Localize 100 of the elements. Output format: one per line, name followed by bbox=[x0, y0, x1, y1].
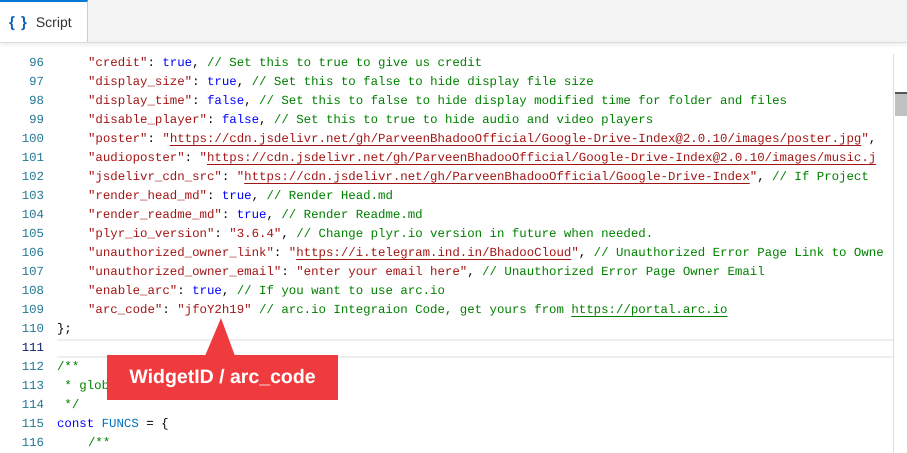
punctuation: , bbox=[192, 56, 201, 70]
line-number: 109 bbox=[22, 302, 44, 319]
string-literal: "3.6.4" bbox=[229, 227, 282, 241]
punctuation: : bbox=[206, 113, 216, 127]
line-number: 99 bbox=[29, 112, 44, 129]
scrollbar[interactable] bbox=[893, 54, 907, 453]
punctuation: : bbox=[222, 208, 230, 222]
url-link[interactable]: https://i.telegram.ind.in/BhadooCloud bbox=[296, 246, 572, 260]
string-literal: "enable_arc" bbox=[88, 284, 178, 298]
line-number: 106 bbox=[22, 245, 44, 262]
punctuation: : bbox=[192, 75, 201, 89]
boolean-literal: true bbox=[206, 75, 237, 89]
string-literal: "poster" bbox=[88, 132, 148, 146]
braces-icon: { } bbox=[9, 14, 28, 30]
url-link[interactable]: https://cdn.jsdelivr.net/gh/ParveenBhadooOfficial/Google-Drive-Index@2.0.10/images/poster.jpg bbox=[170, 132, 862, 146]
code-comment: // Set this to false to hide display file size bbox=[252, 75, 594, 89]
line-number: 105 bbox=[22, 226, 44, 243]
boolean-literal: true bbox=[192, 284, 222, 298]
punctuation: , bbox=[281, 227, 290, 241]
code-comment: // arc.io Integraion Code, get yours from bbox=[258, 303, 565, 317]
punctuation: = { bbox=[145, 417, 169, 431]
code-comment: // If Project bbox=[772, 170, 869, 184]
punctuation: , bbox=[222, 284, 230, 298]
punctuation: : bbox=[192, 94, 201, 108]
punctuation: , bbox=[266, 208, 275, 222]
line-number: 110 bbox=[22, 321, 44, 338]
boolean-literal: false bbox=[206, 94, 244, 108]
url-link[interactable]: https://cdn.jsdelivr.net/gh/ParveenBhadooOfficial/Google-Drive-Index@2.0.10/images/music.j bbox=[206, 151, 876, 165]
punctuation: , bbox=[244, 94, 253, 108]
code-comment: /** bbox=[88, 436, 110, 450]
line-number: 103 bbox=[22, 188, 44, 205]
punctuation: : bbox=[214, 227, 223, 241]
boolean-literal: false bbox=[222, 113, 260, 127]
code-comment: */ bbox=[63, 398, 80, 412]
punctuation: , bbox=[868, 132, 876, 146]
punctuation: : bbox=[274, 246, 282, 260]
code-comment: // Change plyr.io version in future when needed. bbox=[296, 227, 654, 241]
code-comment: // Unauthorized Error Page Owner Email bbox=[482, 265, 765, 279]
scrollbar-thumb[interactable] bbox=[895, 92, 907, 116]
punctuation: , bbox=[467, 265, 476, 279]
string-literal: "arc_code" bbox=[88, 303, 162, 317]
punctuation: : bbox=[148, 56, 156, 70]
punctuation: , bbox=[252, 189, 260, 203]
code-comment: /** bbox=[57, 360, 80, 374]
punctuation: , bbox=[757, 170, 766, 184]
line-number: 100 bbox=[22, 131, 44, 148]
punctuation: , bbox=[259, 113, 268, 127]
punctuation: , bbox=[236, 75, 246, 89]
string-literal: "disable_player" bbox=[88, 113, 207, 127]
punctuation: : bbox=[148, 132, 156, 146]
line-number: 114 bbox=[22, 397, 44, 414]
code-keyword: const bbox=[57, 417, 94, 431]
string-literal: "enter your email here" bbox=[296, 265, 468, 279]
line-number: 116 bbox=[22, 435, 44, 452]
line-number: 101 bbox=[22, 150, 44, 167]
punctuation: , bbox=[578, 246, 588, 260]
punctuation: : bbox=[162, 303, 171, 317]
boolean-literal: true bbox=[236, 208, 266, 222]
string-literal: " bbox=[162, 132, 170, 146]
callout-pointer bbox=[205, 318, 235, 356]
line-number: 104 bbox=[22, 207, 44, 224]
string-literal: " bbox=[571, 246, 579, 260]
string-literal: "display_time" bbox=[88, 94, 192, 108]
string-literal: " bbox=[750, 170, 758, 184]
comment-link[interactable]: https://portal.arc.io bbox=[571, 303, 728, 317]
line-number: 98 bbox=[29, 93, 44, 110]
string-literal: "display_size" bbox=[88, 75, 192, 89]
line-number: 111 bbox=[22, 340, 44, 357]
string-literal: "render_head_md" bbox=[88, 189, 207, 203]
identifier: FUNCS bbox=[100, 417, 139, 431]
code-comment: // Set this to false to hide display modified time for folder and files bbox=[259, 94, 787, 108]
boolean-literal: true bbox=[162, 56, 192, 70]
string-literal: "audioposter" bbox=[88, 151, 185, 165]
punctuation: : bbox=[177, 284, 186, 298]
code-comment: // Render Head.md bbox=[266, 189, 393, 203]
punctuation: : bbox=[184, 151, 194, 165]
line-number: 97 bbox=[29, 74, 44, 91]
line-number: 115 bbox=[22, 416, 44, 433]
punctuation: }; bbox=[57, 322, 72, 336]
string-literal: "render_readme_md" bbox=[88, 208, 222, 222]
line-number: 107 bbox=[22, 264, 44, 281]
string-literal: " bbox=[236, 170, 244, 184]
code-comment: // Render Readme.md bbox=[281, 208, 423, 222]
string-literal: " bbox=[200, 151, 207, 165]
string-literal: " bbox=[288, 246, 296, 260]
string-literal: "unauthorized_owner_link" bbox=[88, 246, 274, 260]
punctuation: : bbox=[222, 170, 230, 184]
string-literal: "jsdelivr_cdn_src" bbox=[88, 170, 222, 184]
line-number: 113 bbox=[22, 378, 44, 395]
code-comment: // Set this to true to give us credit bbox=[207, 56, 482, 70]
punctuation: : bbox=[281, 265, 290, 279]
string-literal: "plyr_io_version" bbox=[88, 227, 214, 241]
script-tab[interactable]: { } Script bbox=[0, 0, 88, 42]
line-number: 96 bbox=[29, 55, 44, 72]
code-comment: // Unauthorized Error Page Link to Owne bbox=[594, 246, 884, 260]
code-comment: // If you want to use arc.io bbox=[236, 284, 445, 298]
url-link[interactable]: https://cdn.jsdelivr.net/gh/ParveenBhadooOfficial/Google-Drive-Index bbox=[244, 170, 750, 184]
line-number: 102 bbox=[22, 169, 44, 186]
string-literal: "unauthorized_owner_email" bbox=[88, 265, 282, 279]
line-number: 112 bbox=[22, 359, 44, 376]
